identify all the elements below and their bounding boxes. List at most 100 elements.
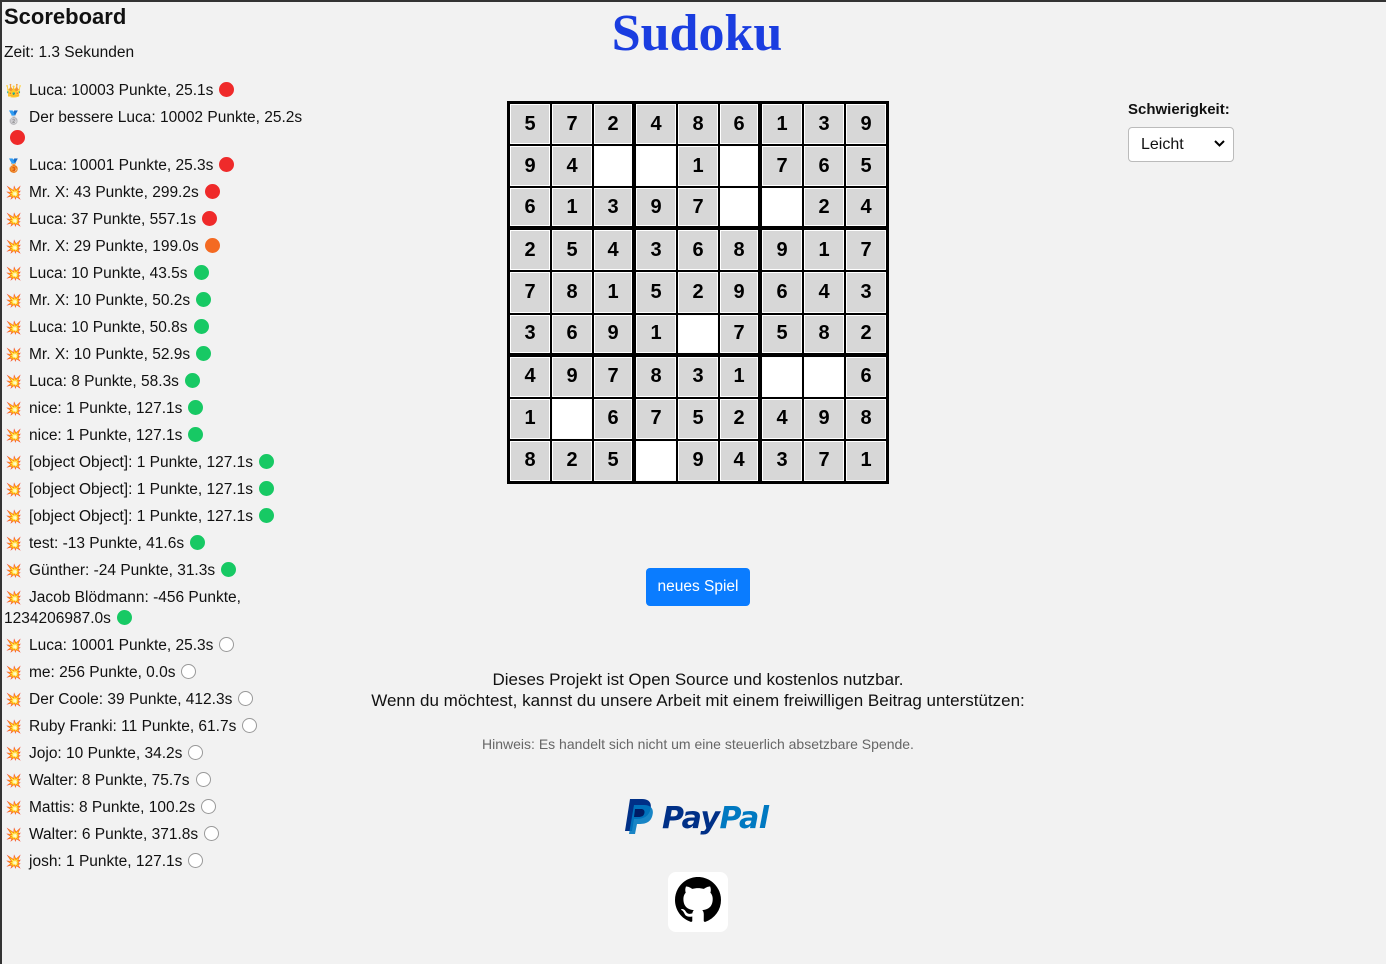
score-entry: 💥 Luca: 8 Punkte, 58.3s [4, 371, 304, 392]
score-entry: 💥 Luca: 37 Punkte, 557.1s [4, 209, 304, 230]
sudoku-cell-empty[interactable] [720, 188, 758, 227]
sudoku-cell: 8 [552, 272, 592, 313]
sudoku-cell-empty[interactable] [804, 356, 844, 397]
sudoku-cell: 2 [594, 104, 632, 145]
sudoku-cell: 5 [594, 440, 632, 481]
sudoku-cell: 9 [510, 146, 550, 187]
sudoku-cell: 1 [510, 398, 550, 439]
donation-line-1: Dieses Projekt ist Open Source und koste… [492, 670, 904, 689]
score-entry-text: Mattis: 8 Punkte, 100.2s [29, 799, 196, 816]
difficulty-label: Schwierigkeit: [1128, 101, 1230, 118]
sudoku-cell: 8 [636, 356, 676, 397]
burst-icon: 💥 [5, 773, 23, 788]
status-dot-green [193, 319, 209, 334]
sudoku-cell: 7 [678, 188, 718, 227]
score-entry: 💥 josh: 1 Punkte, 127.1s [4, 851, 304, 872]
sudoku-cell-empty[interactable] [720, 146, 758, 187]
score-entry: 💥 Luca: 10001 Punkte, 25.3s [4, 635, 304, 656]
score-entry-text: Mr. X: 10 Punkte, 50.2s [29, 292, 191, 309]
score-entry: 💥 [object Object]: 1 Punkte, 127.1s [4, 506, 304, 527]
sudoku-cell-empty[interactable] [636, 440, 676, 481]
burst-icon: 💥 [5, 692, 23, 707]
new-game-button[interactable]: neues Spiel [646, 568, 750, 606]
silver-medal-icon: 🥈 [5, 110, 23, 125]
sudoku-cell-empty[interactable] [552, 398, 592, 439]
score-entry: 💥 Mr. X: 10 Punkte, 52.9s [4, 344, 304, 365]
score-entry-text: Luca: 10 Punkte, 43.5s [29, 265, 188, 282]
score-entry: 🥉 Luca: 10001 Punkte, 25.3s [4, 155, 304, 176]
status-dot-green [184, 373, 200, 388]
burst-icon: 💥 [5, 827, 23, 842]
score-entry-text: Luca: 10 Punkte, 50.8s [29, 319, 188, 336]
paypal-wordmark: PayPal [662, 800, 769, 836]
score-entry: 👑 Luca: 10003 Punkte, 25.1s [4, 80, 304, 101]
burst-icon: 💥 [5, 665, 23, 680]
difficulty-select[interactable]: Leicht [1128, 127, 1234, 162]
score-entry-text: Luca: 10001 Punkte, 25.3s [29, 157, 214, 174]
sudoku-cell: 3 [510, 314, 550, 353]
elapsed-time: Zeit: 1.3 Sekunden [4, 44, 135, 61]
score-entry-text: Luca: 10001 Punkte, 25.3s [29, 637, 214, 654]
sudoku-cell: 7 [510, 272, 550, 313]
score-entry-text: test: -13 Punkte, 41.6s [29, 535, 185, 552]
sudoku-cell: 1 [762, 104, 802, 145]
sudoku-cell: 1 [594, 272, 632, 313]
score-entry-text: Walter: 6 Punkte, 371.8s [29, 826, 199, 843]
difficulty-selected-value: Leicht [1141, 135, 1184, 153]
status-dot-orange [204, 238, 220, 253]
score-entry-text: [object Object]: 1 Punkte, 127.1s [29, 481, 254, 498]
sudoku-cell: 8 [720, 230, 758, 271]
sudoku-cell: 4 [510, 356, 550, 397]
score-entry-text: Mr. X: 43 Punkte, 299.2s [29, 184, 199, 201]
score-entry: 💥 Ruby Franki: 11 Punkte, 61.7s [4, 716, 304, 737]
burst-icon: 💥 [5, 563, 23, 578]
burst-icon: 💥 [5, 293, 23, 308]
page-title: Sudoku [611, 5, 783, 62]
status-dot-empty [242, 718, 258, 733]
sudoku-cell: 8 [804, 314, 844, 353]
status-dot-red [204, 184, 220, 199]
sudoku-cell: 1 [846, 440, 886, 481]
score-entry-text: josh: 1 Punkte, 127.1s [29, 853, 183, 870]
burst-icon: 💥 [5, 401, 23, 416]
sudoku-cell: 7 [804, 440, 844, 481]
sudoku-cell: 3 [846, 272, 886, 313]
scoreboard-title: Scoreboard [4, 4, 127, 29]
score-entry-text: Ruby Franki: 11 Punkte, 61.7s [29, 718, 237, 735]
sudoku-cell: 7 [762, 146, 802, 187]
burst-icon: 💥 [5, 185, 23, 200]
score-entry-text: Walter: 8 Punkte, 75.7s [29, 772, 190, 789]
sudoku-cell-empty[interactable] [762, 356, 802, 397]
score-entry: 💥 Luca: 10 Punkte, 43.5s [4, 263, 304, 284]
sudoku-cell: 7 [594, 356, 632, 397]
status-dot-empty [204, 826, 220, 841]
score-entry: 💥 nice: 1 Punkte, 127.1s [4, 398, 304, 419]
score-entry-text: [object Object]: 1 Punkte, 127.1s [29, 454, 254, 471]
sudoku-cell: 9 [594, 314, 632, 353]
sudoku-cell: 1 [804, 230, 844, 271]
burst-icon: 💥 [5, 482, 23, 497]
score-entry: 💥 Walter: 8 Punkte, 75.7s [4, 770, 304, 791]
burst-icon: 💥 [5, 428, 23, 443]
sudoku-cell-empty[interactable] [594, 146, 632, 187]
paypal-logo-icon [622, 797, 654, 840]
score-entry-text: Luca: 10003 Punkte, 25.1s [29, 82, 214, 99]
sudoku-cell-empty[interactable] [678, 314, 718, 353]
score-entry-text: Der bessere Luca: 10002 Punkte, 25.2s [29, 109, 303, 126]
score-entry-text: nice: 1 Punkte, 127.1s [29, 427, 183, 444]
status-dot-empty [195, 772, 211, 787]
sudoku-cell-empty[interactable] [636, 146, 676, 187]
score-entry: 💥 Jojo: 10 Punkte, 34.2s [4, 743, 304, 764]
status-dot-green [196, 292, 212, 307]
paypal-link[interactable]: PayPal [622, 797, 782, 839]
status-dot-green [188, 427, 204, 442]
sudoku-cell-empty[interactable] [762, 188, 802, 227]
sudoku-cell: 2 [552, 440, 592, 481]
score-entry: 💥 Mr. X: 43 Punkte, 299.2s [4, 182, 304, 203]
sudoku-cell: 9 [720, 272, 758, 313]
sudoku-cell: 2 [678, 272, 718, 313]
score-entry: 💥 Der Coole: 39 Punkte, 412.3s [4, 689, 304, 710]
burst-icon: 💥 [5, 590, 23, 605]
sudoku-cell: 5 [552, 230, 592, 271]
github-link[interactable] [668, 872, 728, 932]
